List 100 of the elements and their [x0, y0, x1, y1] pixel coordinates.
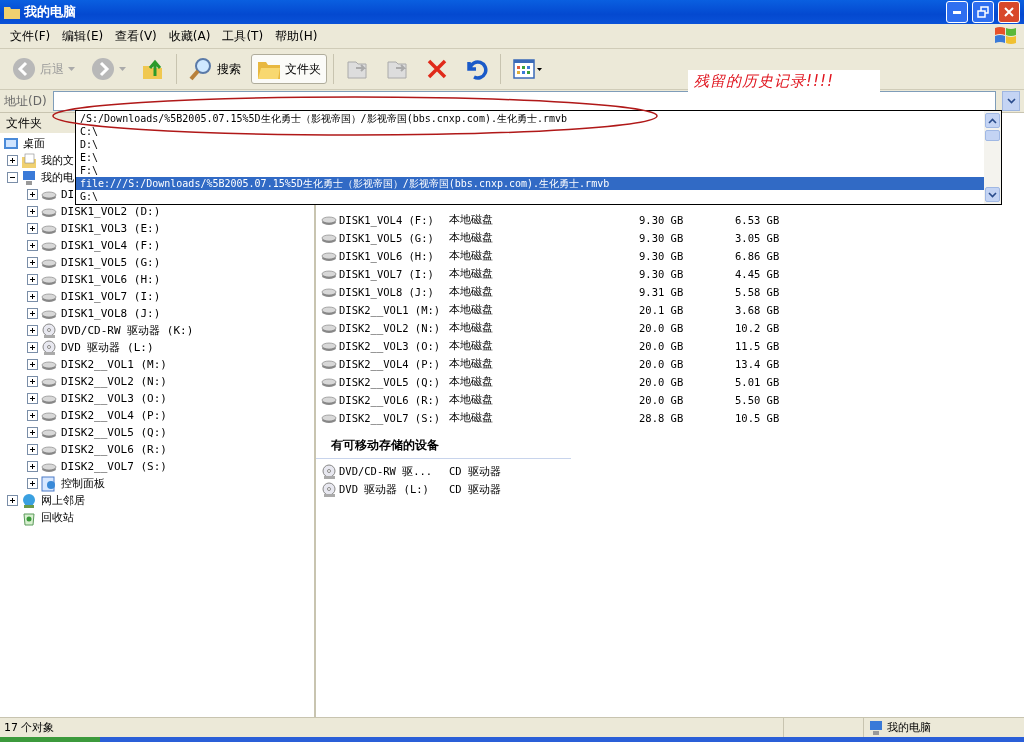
drive-name[interactable]: DISK2__VOL3 (O:) — [339, 340, 449, 352]
drive-name[interactable]: DVD/CD-RW 驱... — [339, 465, 449, 479]
move-to-icon — [346, 58, 370, 80]
free-space: 5.50 GB — [735, 394, 781, 406]
menu-item[interactable]: 文件(F) — [4, 27, 57, 45]
history-entry[interactable]: D:\ — [76, 138, 984, 151]
tree-item[interactable]: DISK2__VOL2 (N:) — [60, 375, 168, 388]
drive-type: 本地磁盘 — [449, 267, 494, 281]
expand-toggle[interactable] — [7, 155, 18, 166]
drive-name[interactable]: DISK2__VOL6 (R:) — [339, 394, 449, 406]
chevron-up-icon — [988, 117, 997, 124]
free-space: 10.2 GB — [735, 322, 781, 334]
expand-toggle[interactable] — [27, 240, 38, 251]
menu-item[interactable]: 收藏(A) — [162, 27, 217, 45]
total-size: 9.30 GB — [639, 268, 685, 280]
tree-item[interactable]: DISK2__VOL1 (M:) — [60, 358, 168, 371]
drive-type: 本地磁盘 — [449, 375, 494, 389]
expand-toggle[interactable] — [27, 376, 38, 387]
expand-toggle[interactable] — [27, 189, 38, 200]
drive-type: 本地磁盘 — [449, 249, 494, 263]
history-entry[interactable]: E:\ — [76, 151, 984, 164]
tree-item[interactable]: 控制面板 — [60, 476, 106, 491]
expand-toggle[interactable] — [27, 257, 38, 268]
drive-name[interactable]: DISK1_VOL4 (F:) — [339, 214, 449, 226]
drive-name[interactable]: DISK1_VOL7 (I:) — [339, 268, 449, 280]
pane-title: 文件夹 — [6, 114, 42, 132]
free-space: 13.4 GB — [735, 358, 781, 370]
tree-item[interactable]: 桌面 — [22, 136, 46, 151]
tree-item[interactable]: DVD/CD-RW 驱动器 (K:) — [60, 323, 195, 338]
tree-item[interactable]: DISK2__VOL6 (R:) — [60, 443, 168, 456]
tree-item[interactable]: DISK1_VOL8 (J:) — [60, 307, 162, 320]
total-size: 9.30 GB — [639, 232, 685, 244]
tree-item[interactable]: DISK1_VOL4 (F:) — [60, 239, 162, 252]
drive-name[interactable]: DISK2__VOL1 (M:) — [339, 304, 449, 316]
expand-toggle[interactable] — [27, 308, 38, 319]
expand-toggle[interactable] — [27, 206, 38, 217]
tree-item[interactable]: DISK2__VOL3 (O:) — [60, 392, 168, 405]
close-button[interactable] — [998, 1, 1020, 23]
history-entry[interactable]: C:\ — [76, 125, 984, 138]
history-entry[interactable]: F:\ — [76, 164, 984, 177]
folders-button[interactable]: 文件夹 — [251, 54, 327, 84]
tree-item[interactable]: 网上邻居 — [40, 493, 86, 508]
scroll-thumb[interactable] — [985, 130, 1000, 141]
expand-toggle[interactable] — [27, 410, 38, 421]
expand-toggle[interactable] — [7, 495, 18, 506]
drive-name[interactable]: DISK2__VOL2 (N:) — [339, 322, 449, 334]
expand-toggle[interactable] — [27, 325, 38, 336]
drive-name[interactable]: DISK1_VOL6 (H:) — [339, 250, 449, 262]
free-space: 6.53 GB — [735, 214, 781, 226]
drive-name[interactable]: DISK2__VOL4 (P:) — [339, 358, 449, 370]
expand-toggle[interactable] — [27, 342, 38, 353]
dropdown-button[interactable] — [1002, 91, 1020, 111]
history-entry[interactable]: file:///S:/Downloads/%5B2005.07.15%5D生化勇士（影视帝国）/影视帝国(bbs.cnxp.com).生化勇士.rmvb — [76, 177, 984, 190]
minimize-button[interactable] — [946, 1, 968, 23]
tree-item[interactable]: DI — [60, 188, 76, 201]
caret-icon — [68, 67, 75, 71]
tree-item[interactable]: DISK1_VOL6 (H:) — [60, 273, 162, 286]
expand-toggle[interactable] — [27, 359, 38, 370]
scrollbar[interactable] — [984, 111, 1001, 204]
tree-item[interactable]: DISK2__VOL5 (Q:) — [60, 426, 168, 439]
expand-toggle[interactable] — [27, 478, 38, 489]
expand-toggle[interactable] — [27, 427, 38, 438]
menu-item[interactable]: 工具(T) — [216, 27, 270, 45]
tree-item[interactable]: DISK2__VOL7 (S:) — [60, 460, 168, 473]
expand-toggle[interactable] — [27, 393, 38, 404]
tree-item[interactable]: DISK1_VOL3 (E:) — [60, 222, 162, 235]
address-label: 地址(D) — [4, 92, 47, 110]
drive-name[interactable]: DVD 驱动器 (L:) — [339, 483, 449, 497]
tree-item[interactable]: DISK1_VOL2 (D:) — [60, 205, 162, 218]
drive-name[interactable]: DISK1_VOL8 (J:) — [339, 286, 449, 298]
drive-name[interactable]: DISK1_VOL5 (G:) — [339, 232, 449, 244]
tree-item[interactable]: DVD 驱动器 (L:) — [60, 340, 155, 355]
folder-up-icon — [142, 58, 164, 80]
expand-toggle[interactable] — [27, 223, 38, 234]
tree-item[interactable]: 回收站 — [40, 510, 75, 525]
drive-type: 本地磁盘 — [449, 303, 494, 317]
menu-item[interactable]: 查看(V) — [109, 27, 163, 45]
search-button[interactable]: 搜索 — [183, 54, 247, 84]
expand-toggle[interactable] — [27, 291, 38, 302]
chevron-down-icon — [988, 191, 997, 198]
control-panel-icon — [41, 475, 57, 492]
expand-toggle[interactable] — [27, 461, 38, 472]
total-size: 20.0 GB — [639, 322, 685, 334]
history-entry[interactable]: /S:/Downloads/%5B2005.07.15%5D生化勇士（影视帝国）/影视帝国(bbs.cnxp.com).生化勇士.rmvb — [76, 112, 984, 125]
tree-item[interactable]: DISK1_VOL7 (I:) — [60, 290, 162, 303]
history-entry[interactable]: G:\ — [76, 190, 984, 203]
tree-item[interactable]: DISK1_VOL5 (G:) — [60, 256, 162, 269]
tree-item[interactable]: 我的电 — [40, 170, 75, 185]
tree-item[interactable]: DISK2__VOL4 (P:) — [60, 409, 168, 422]
collapse-toggle[interactable] — [7, 172, 18, 183]
drive-name[interactable]: DISK2__VOL7 (S:) — [339, 412, 449, 424]
expand-toggle[interactable] — [27, 274, 38, 285]
menu-item[interactable]: 编辑(E) — [56, 27, 110, 45]
expand-toggle[interactable] — [27, 444, 38, 455]
tree-item[interactable]: 我的文 — [40, 153, 75, 168]
free-space: 4.45 GB — [735, 268, 781, 280]
restore-button[interactable] — [972, 1, 994, 23]
menu-item[interactable]: 帮助(H) — [269, 27, 324, 45]
drive-name[interactable]: DISK2__VOL5 (Q:) — [339, 376, 449, 388]
copy-to-icon — [386, 58, 410, 80]
